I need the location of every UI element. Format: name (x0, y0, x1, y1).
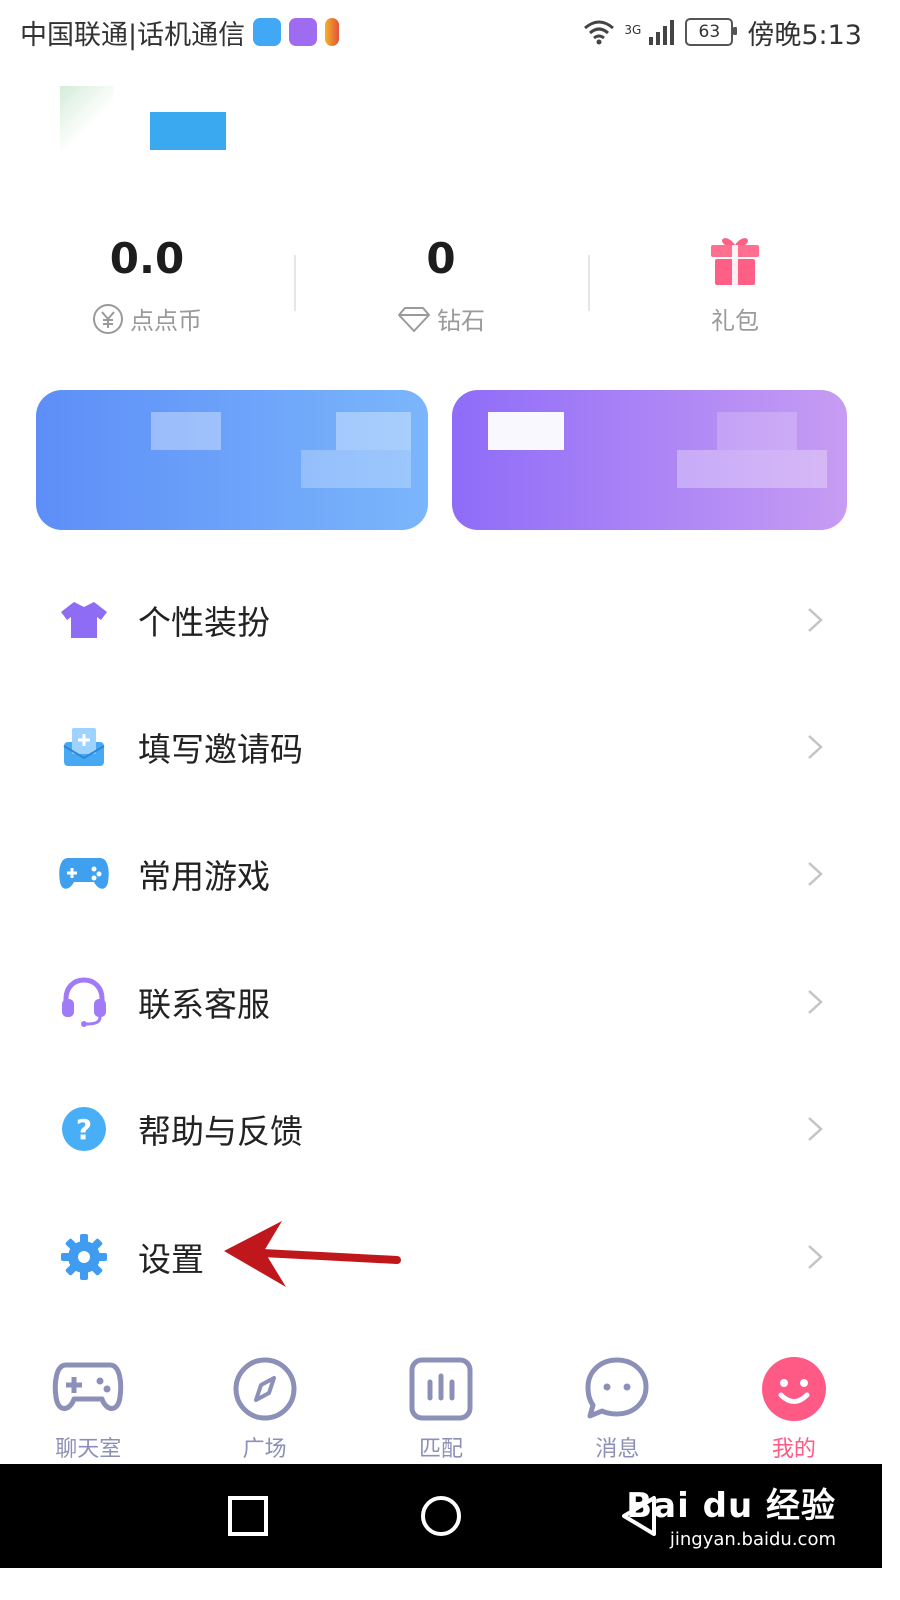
tab-label: 聊天室 (55, 1437, 122, 1462)
watermark-url: jingyan.baidu.com (669, 1529, 836, 1550)
smile-icon (758, 1355, 830, 1423)
clock: 傍晚5:13 (747, 19, 862, 51)
wallet-stats: 0.0 点点币 0 钻石 礼包 (0, 225, 882, 355)
chevron-right-icon (808, 607, 823, 632)
help-icon: ? (58, 1103, 110, 1155)
security-app-icon (253, 18, 282, 46)
tab-label: 我的 (771, 1437, 816, 1462)
menu-item-common-games[interactable]: 常用游戏 (0, 811, 882, 938)
annotation-arrow (224, 1221, 401, 1287)
chevron-right-icon (808, 1117, 823, 1142)
promo-banner-right[interactable] (452, 390, 847, 530)
menu-item-dressup[interactable]: 个性装扮 (0, 556, 882, 683)
tab-messages[interactable]: 消息 (529, 1345, 705, 1463)
compass-icon (229, 1355, 301, 1423)
gamepad-nav-icon (52, 1355, 124, 1423)
svg-text:?: ? (76, 1113, 92, 1146)
menu-label: 常用游戏 (138, 857, 270, 897)
gear-icon (58, 1231, 110, 1283)
menu-label: 个性装扮 (138, 602, 270, 642)
tab-label: 广场 (242, 1437, 287, 1462)
yen-coin-icon (93, 303, 123, 334)
headset-icon (58, 976, 110, 1028)
diamonds-stat[interactable]: 0 钻石 (294, 225, 588, 355)
watermark-brand: Bai du 经验 (626, 1486, 836, 1526)
signal-icon (649, 20, 675, 45)
recents-button[interactable] (226, 1494, 270, 1538)
menu-item-invite-code[interactable]: 填写邀请码 (0, 683, 882, 810)
coins-value: 0.0 (109, 234, 185, 283)
username-redacted[interactable] (150, 112, 226, 150)
chevron-right-icon (808, 862, 823, 887)
menu-label: 帮助与反馈 (138, 1112, 303, 1152)
menu-label: 填写邀请码 (138, 730, 303, 770)
carrier-label: 中国联通|话机通信 (20, 19, 246, 51)
tab-square[interactable]: 广场 (176, 1345, 352, 1463)
menu-label: 联系客服 (138, 984, 270, 1024)
menu-item-settings[interactable]: 设置 (0, 1193, 882, 1320)
tab-match[interactable]: 匹配 (353, 1345, 529, 1463)
chevron-right-icon (808, 989, 823, 1014)
home-button[interactable] (419, 1494, 463, 1538)
gamepad-icon (58, 848, 110, 900)
chat-bubble-icon (581, 1355, 653, 1423)
gift-label: 礼包 (711, 307, 759, 335)
menu-item-help-feedback[interactable]: ? 帮助与反馈 (0, 1066, 882, 1193)
tab-me[interactable]: 我的 (706, 1345, 882, 1463)
coins-label: 点点币 (130, 307, 202, 335)
chevron-right-icon (808, 735, 823, 759)
flag-app-icon (325, 18, 340, 46)
bottom-tab-bar: 聊天室 广场 匹配 消息 我的 (0, 1345, 882, 1463)
promo-banner-left[interactable] (36, 390, 428, 530)
diamonds-value: 0 (426, 234, 456, 283)
menu-label: 设置 (138, 1239, 204, 1279)
tab-label: 消息 (595, 1437, 640, 1462)
coins-stat[interactable]: 0.0 点点币 (0, 225, 294, 355)
status-bar: 中国联通|话机通信 3G 63 傍晚5:13 (0, 0, 882, 64)
battery-icon: 63 (685, 18, 738, 46)
battery-level: 63 (698, 22, 721, 42)
invite-mail-icon (58, 721, 110, 773)
menu-item-customer-service[interactable]: 联系客服 (0, 938, 882, 1065)
network-type: 3G (624, 22, 642, 37)
tab-label: 匹配 (419, 1437, 464, 1462)
diamonds-label: 钻石 (437, 307, 485, 335)
system-nav-bar: Bai du 经验 jingyan.baidu.com (0, 1464, 882, 1568)
baidu-jingyan-watermark: Bai du 经验 jingyan.baidu.com (626, 1478, 836, 1550)
wifi-icon (584, 20, 615, 45)
shirt-icon (58, 594, 110, 646)
tab-chatroom[interactable]: 聊天室 (0, 1345, 176, 1463)
match-bars-icon (405, 1355, 477, 1423)
gift-icon (711, 238, 759, 285)
gift-stat[interactable]: 礼包 (588, 225, 882, 355)
profile-menu: 个性装扮 填写邀请码 常用游戏 联系客服 ? 帮助与反馈 设置 (0, 556, 882, 1320)
diamond-icon (398, 306, 430, 332)
chart-app-icon (289, 18, 318, 46)
chevron-right-icon (808, 1244, 823, 1269)
avatar[interactable] (60, 86, 114, 150)
